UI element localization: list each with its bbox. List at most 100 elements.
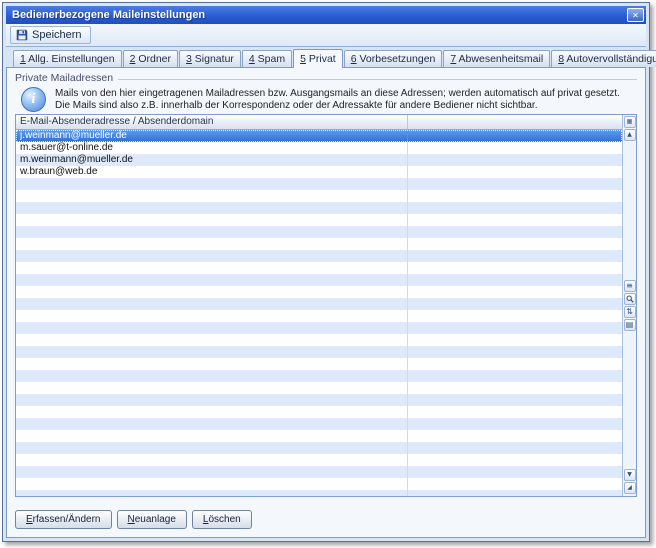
table-row[interactable] [16, 190, 622, 202]
cell-empty [408, 370, 622, 382]
table-row[interactable] [16, 178, 622, 190]
tab-autovervollstaendigung[interactable]: 8 Autovervollständigung [551, 50, 656, 67]
cell-email-address [16, 190, 408, 202]
cell-empty [408, 238, 622, 250]
tab-strip: 1 Allg. Einstellungen2 Ordner3 Signatur4… [6, 47, 646, 67]
cell-empty [408, 286, 622, 298]
column-header-address[interactable]: E-Mail-Absenderadresse / Absenderdomain [16, 115, 408, 129]
window-title: Bedienerbezogene Maileinstellungen [12, 9, 205, 21]
down-arrow-icon: ▼ [627, 470, 632, 480]
tab-privat[interactable]: 5 Privat [293, 49, 343, 68]
tab-ordner[interactable]: 2 Ordner [123, 50, 178, 67]
tab-spam[interactable]: 4 Spam [242, 50, 292, 67]
groupbox-title: Private Mailadressen [15, 72, 113, 84]
up-arrow-icon: ▲ [627, 130, 632, 140]
rows-view-button[interactable]: ▤ [624, 319, 636, 331]
save-button[interactable]: Speichern [10, 26, 91, 44]
table-row[interactable]: w.braun@web.de [16, 166, 622, 178]
save-icon [16, 29, 28, 41]
table-row[interactable] [16, 454, 622, 466]
cell-empty [408, 154, 622, 166]
search-button[interactable] [624, 293, 636, 305]
table-row[interactable] [16, 478, 622, 490]
table-row[interactable] [16, 262, 622, 274]
cell-empty [408, 358, 622, 370]
cell-email-address: m.sauer@t-online.de [16, 142, 408, 154]
table-row[interactable] [16, 334, 622, 346]
cell-email-address [16, 358, 408, 370]
tab-abwesenheitsmail[interactable]: 7 Abwesenheitsmail [443, 50, 550, 67]
sort-icon: ⇅ [626, 307, 633, 317]
cell-email-address [16, 490, 408, 496]
table-row[interactable] [16, 286, 622, 298]
cell-email-address [16, 430, 408, 442]
table-row[interactable] [16, 214, 622, 226]
cell-email-address [16, 202, 408, 214]
table-row[interactable] [16, 370, 622, 382]
cell-email-address [16, 322, 408, 334]
table-row[interactable] [16, 274, 622, 286]
cell-empty [408, 310, 622, 322]
close-button[interactable]: ✕ [627, 8, 644, 22]
table-row[interactable] [16, 346, 622, 358]
sort-button[interactable]: ⇅ [624, 306, 636, 318]
table-row[interactable] [16, 442, 622, 454]
table-row[interactable]: j.weinmann@mueller.de [16, 130, 622, 142]
cell-empty [408, 478, 622, 490]
cell-empty [408, 262, 622, 274]
table-row[interactable] [16, 358, 622, 370]
resize-grip-button[interactable]: ◢ [624, 482, 636, 494]
list-view-button[interactable]: ≡ [624, 280, 636, 292]
table-row[interactable] [16, 382, 622, 394]
table-row[interactable] [16, 430, 622, 442]
tab-allg-einstellungen[interactable]: 1 Allg. Einstellungen [13, 50, 122, 67]
cell-email-address: m.weinmann@mueller.de [16, 154, 408, 166]
cell-email-address [16, 466, 408, 478]
cell-empty [408, 430, 622, 442]
table-row[interactable] [16, 406, 622, 418]
cell-email-address [16, 274, 408, 286]
column-chooser-button[interactable]: ▦ [624, 116, 636, 128]
scroll-up-button[interactable]: ▲ [624, 129, 636, 141]
cell-empty [408, 214, 622, 226]
cell-email-address [16, 310, 408, 322]
table-row[interactable] [16, 238, 622, 250]
info-icon: i [21, 87, 46, 112]
cell-empty [408, 190, 622, 202]
groupbox-header: Private Mailadressen [15, 72, 637, 84]
toolbar: Speichern [6, 24, 646, 47]
table-row[interactable] [16, 466, 622, 478]
cell-email-address [16, 346, 408, 358]
cell-empty [408, 454, 622, 466]
resize-grip-icon: ◢ [627, 483, 632, 493]
cell-empty [408, 442, 622, 454]
scroll-down-button[interactable]: ▼ [624, 469, 636, 481]
cell-email-address: w.braun@web.de [16, 166, 408, 178]
tab-panel-privat: Private Mailadressen i Mails von den hie… [6, 67, 646, 538]
tab-signatur[interactable]: 3 Signatur [179, 50, 241, 67]
cell-email-address [16, 454, 408, 466]
tab-vorbesetzungen[interactable]: 6 Vorbesetzungen [344, 50, 443, 67]
table-row[interactable] [16, 250, 622, 262]
cell-empty [408, 394, 622, 406]
cell-empty [408, 490, 622, 496]
table-row[interactable] [16, 310, 622, 322]
table-row[interactable] [16, 322, 622, 334]
table-row[interactable] [16, 418, 622, 430]
cell-empty [408, 226, 622, 238]
table-row[interactable] [16, 490, 622, 496]
erfassen-aendern-button[interactable]: Erfassen/Ändern [15, 510, 112, 529]
table-row[interactable] [16, 298, 622, 310]
loeschen-button[interactable]: Löschen [192, 510, 252, 529]
table-row[interactable] [16, 394, 622, 406]
cell-email-address [16, 394, 408, 406]
table-row[interactable] [16, 202, 622, 214]
cell-empty [408, 466, 622, 478]
cell-email-address: j.weinmann@mueller.de [16, 130, 408, 142]
table-row[interactable] [16, 226, 622, 238]
table-row[interactable]: m.weinmann@mueller.de [16, 154, 622, 166]
cell-email-address [16, 406, 408, 418]
table-row[interactable]: m.sauer@t-online.de [16, 142, 622, 154]
neuanlage-button[interactable]: Neuanlage [117, 510, 187, 529]
info-row: i Mails von den hier eingetragenen Maila… [21, 87, 633, 112]
